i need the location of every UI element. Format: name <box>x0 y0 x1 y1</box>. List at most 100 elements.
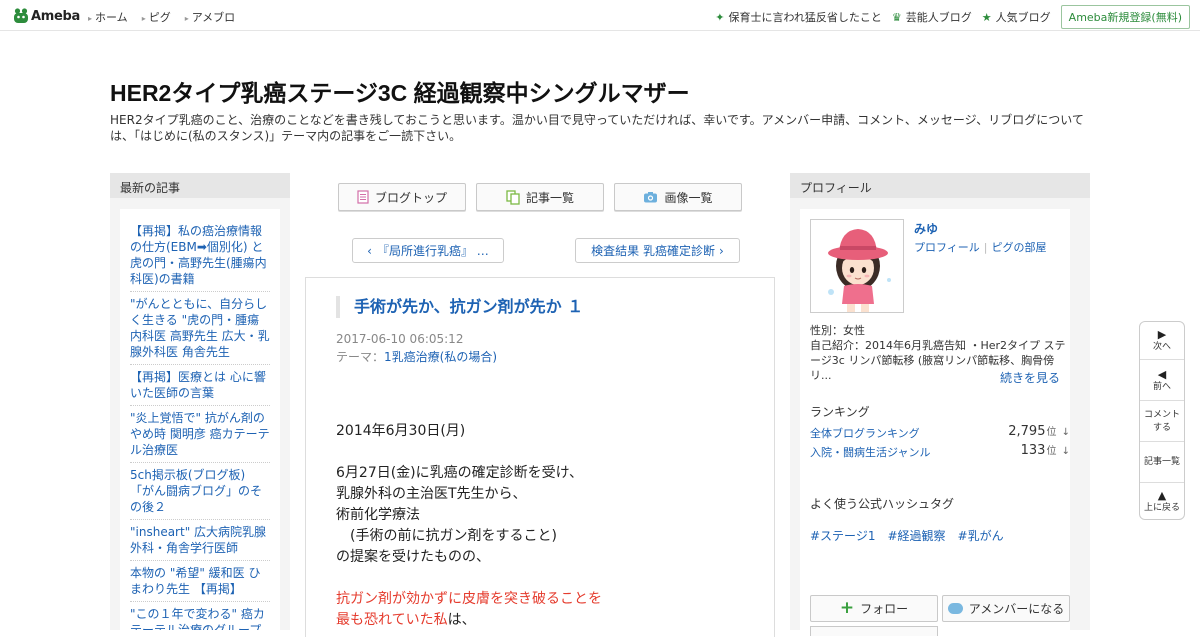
chevron-left-icon: ‹ <box>367 243 372 258</box>
hashtag-link[interactable]: #ステージ1 <box>810 527 875 544</box>
article-line-suffix: は、 <box>447 612 476 628</box>
article-line: (手術の前に抗ガン剤をすること) <box>336 528 557 544</box>
hashtag-link[interactable]: #乳がん <box>958 527 1004 544</box>
recent-article-link[interactable]: "がんとともに、自分らしく生きる "虎の門・腫瘍内科医 高野先生 広大・乳腺外科… <box>130 292 270 365</box>
article-line: 2014年6月30日(月) <box>336 423 466 439</box>
prev-article-link[interactable]: ‹ 『局所進行乳癌』 … <box>352 238 504 263</box>
nav-home[interactable]: ホーム <box>88 9 128 25</box>
document-icon <box>357 190 369 204</box>
article-date: 2017-06-10 06:05:12 <box>336 332 464 346</box>
article-line: 術前化学療法 <box>336 507 420 523</box>
celebrity-blog-label: 芸能人ブログ <box>905 11 972 24</box>
ranking-value: 133 <box>1020 443 1046 458</box>
separator: | <box>983 241 988 254</box>
up-icon: ▲ <box>1157 489 1167 502</box>
signup-button[interactable]: Ameba新規登録(無料) <box>1060 5 1190 29</box>
ranking-unit: 位 <box>1046 427 1057 438</box>
ameba-logo[interactable]: Ameba <box>13 6 80 26</box>
ranking-row: 入院・闘病生活ジャンル 133位 ↓ <box>810 442 1070 460</box>
ranking-value-wrap: 133位 ↓ <box>1021 442 1070 458</box>
recent-article-link[interactable]: "炎上覚悟で" 抗がん剤のやめ時 関明彦 癌カテーテル治療医 <box>130 406 270 463</box>
profile-link[interactable]: プロフィール <box>914 241 980 254</box>
float-article-list-button[interactable]: 記事一覧 <box>1140 442 1184 483</box>
article: 手術が先か、抗ガン剤が先か １ 2017-06-10 06:05:12 テーマ：… <box>305 277 775 637</box>
tab-article-list-label: 記事一覧 <box>525 190 574 205</box>
amember-button-label: アメンバーになる <box>968 602 1065 616</box>
float-next-button[interactable]: ▶ 次へ <box>1140 322 1184 360</box>
recent-article-link[interactable]: "この１年で変わる" 癌カテーテル治療のグループ展開 関明彦医師 <box>130 602 270 630</box>
logo-text: Ameba <box>31 8 81 24</box>
ameba-logo-icon <box>14 8 28 23</box>
nav-pig[interactable]: ピグ <box>142 9 171 25</box>
hashtag-heading: よく使う公式ハッシュタグ <box>810 497 955 511</box>
tab-article-list[interactable]: 記事一覧 <box>476 183 604 211</box>
float-comment-label: コメントする <box>1144 410 1181 433</box>
article-line-highlight: 抗ガン剤が効かずに皮膚を突き破ることを <box>336 591 602 607</box>
message-button[interactable] <box>810 626 938 636</box>
rank-down-icon: ↓ <box>1061 446 1070 457</box>
tab-image-list[interactable]: 画像一覧 <box>614 183 742 211</box>
article-theme-link[interactable]: 1乳癌治療(私の場合) <box>384 350 497 364</box>
float-top-button[interactable]: ▲ 上に戻る <box>1140 483 1184 520</box>
follow-button[interactable]: + フォロー <box>810 595 938 622</box>
top-bar: Ameba ホーム ピグ アメブロ ✦ 保育士に言われ猛反省したこと ♛ 芸能人… <box>0 0 1200 31</box>
float-article-list-label: 記事一覧 <box>1143 457 1180 467</box>
top-right-links: ✦ 保育士に言われ猛反省したこと ♛ 芸能人ブログ ★ 人気ブログ Ameba新… <box>715 5 1190 29</box>
article-line: の提案を受けたものの、 <box>336 549 490 565</box>
pig-room-link[interactable]: ピグの部屋 <box>992 241 1047 254</box>
hashtag-link[interactable]: #経過観察 <box>887 527 945 544</box>
profile-heading: プロフィール <box>790 173 1090 198</box>
article-line: 乳腺外科の主治医T先生から、 <box>336 486 527 502</box>
ranking-row: 全体ブログランキング 2,795位 ↓ <box>810 423 1070 441</box>
float-prev-label: 前へ <box>1152 382 1171 392</box>
avatar[interactable] <box>810 219 904 313</box>
recent-article-link[interactable]: 5ch掲示板(ブログ板) 「がん闘病ブログ」のその後２ <box>130 463 270 520</box>
next-article-label: 検査結果 乳癌確定診断 <box>591 244 715 258</box>
rank-down-icon: ↓ <box>1061 427 1070 438</box>
crown-icon: ♛ <box>891 10 902 24</box>
popular-blog-link[interactable]: ★ 人気ブログ <box>982 9 1051 25</box>
amember-button[interactable]: アメンバーになる <box>942 595 1070 622</box>
recent-article-link[interactable]: 【再掲】私の癌治療情報の仕方(EBM➡個別化) と虎の門・高野先生(腫瘍内科医)… <box>130 219 270 292</box>
tab-image-list-label: 画像一覧 <box>664 190 713 205</box>
float-comment-button[interactable]: コメントする <box>1140 401 1184 442</box>
recent-articles-sidebar: 最新の記事 【再掲】私の癌治療情報の仕方(EBM➡個別化) と虎の門・高野先生(… <box>110 173 290 630</box>
recent-article-link[interactable]: 【再掲】医療とは 心に響いた医師の言葉 <box>130 365 270 406</box>
trend-link[interactable]: ✦ 保育士に言われ猛反省したこと <box>715 9 882 25</box>
tab-blog-top-label: ブログトップ <box>374 190 447 205</box>
ranking-label[interactable]: 入院・闘病生活ジャンル <box>810 444 930 460</box>
recent-articles-list: 【再掲】私の癌治療情報の仕方(EBM➡個別化) と虎の門・高野先生(腫瘍内科医)… <box>120 209 280 630</box>
article-theme: テーマ：1乳癌治療(私の場合) <box>336 348 497 365</box>
blog-title[interactable]: HER2タイプ乳癌ステージ3C 経過観察中シングルマザー <box>110 74 690 108</box>
play-icon: ▶ <box>1157 328 1167 341</box>
float-next-label: 次へ <box>1152 342 1171 352</box>
profile-more-link[interactable]: 続きを見る <box>1000 369 1060 386</box>
floating-nav: ▶ 次へ ◀ 前へ コメントする 記事一覧 ▲ 上に戻る <box>1139 321 1185 520</box>
ranking-label[interactable]: 全体ブログランキング <box>810 425 920 441</box>
blog-description: HER2タイプ乳癌のこと、治療のことなどを書き残しておこうと思います。温かい目で… <box>110 113 1084 143</box>
recent-article-link[interactable]: 本物の "希望" 緩和医 ひまわり先生 【再掲】 <box>130 561 270 602</box>
celebrity-blog-link[interactable]: ♛ 芸能人ブログ <box>892 9 972 25</box>
article-blank-line <box>336 442 756 463</box>
avatar-image <box>811 220 903 312</box>
article-body: 2014年6月30日(月) 6月27日(金)に乳癌の確定診断を受け、 乳腺外科の… <box>336 421 756 631</box>
star-icon: ★ <box>981 10 992 24</box>
ranking-value: 2,795 <box>1008 424 1046 439</box>
blog-tabs: ブログトップ 記事一覧 画像一覧 <box>338 183 742 211</box>
speech-bubble-icon <box>947 603 963 614</box>
chevron-right-icon: › <box>719 243 724 258</box>
nav-ameblo[interactable]: アメブロ <box>185 9 235 25</box>
prev-article-label: 『局所進行乳癌』 … <box>376 244 489 258</box>
plus-icon: + <box>839 598 855 618</box>
profile-panel: みゆ プロフィール | ピグの部屋 性別：女性 自己紹介：2014年6月乳癌告知 ・… <box>800 209 1070 636</box>
ranking-value-wrap: 2,795位 ↓ <box>1008 423 1070 439</box>
camera-icon <box>644 192 658 203</box>
ranking-unit: 位 <box>1046 446 1057 457</box>
profile-name[interactable]: みゆ <box>914 220 938 237</box>
article-title[interactable]: 手術が先か、抗ガン剤が先か １ <box>336 296 583 318</box>
next-article-link[interactable]: 検査結果 乳癌確定診断 › <box>575 238 740 263</box>
tab-blog-top[interactable]: ブログトップ <box>338 183 466 211</box>
float-prev-button[interactable]: ◀ 前へ <box>1140 360 1184 401</box>
recent-article-link[interactable]: "insheart" 広大病院乳腺外科・角舎学行医師 <box>130 520 270 561</box>
copy-icon <box>506 189 520 205</box>
